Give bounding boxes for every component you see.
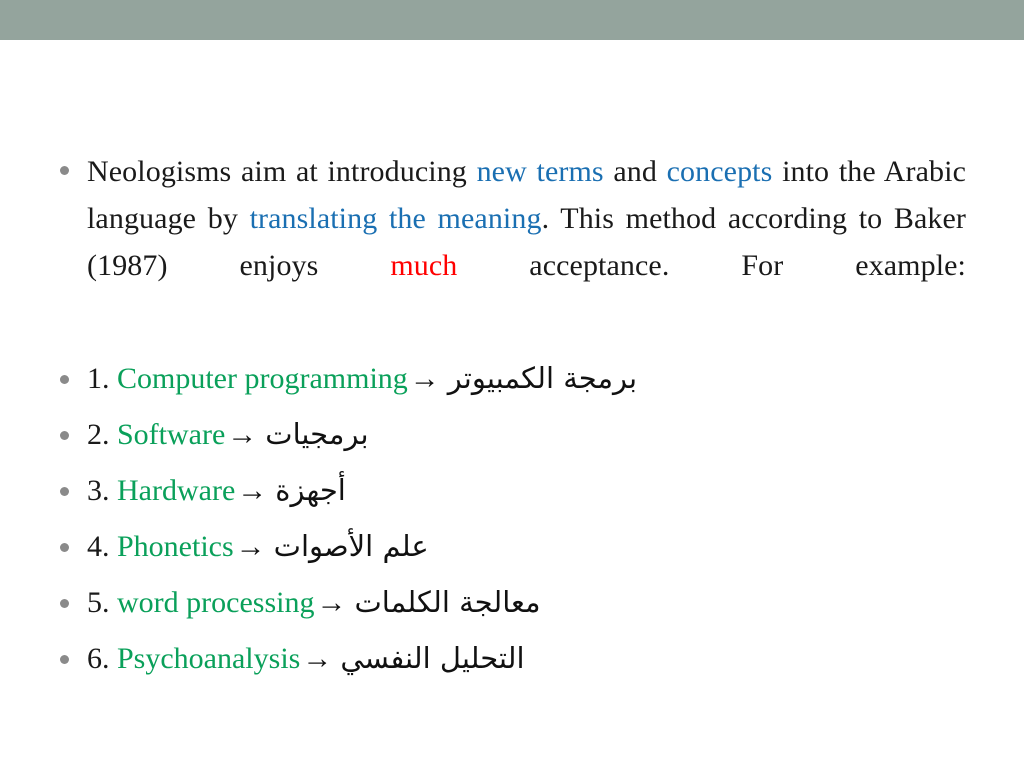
keyword-new-terms: new terms [476,155,604,188]
term-arabic: برمجة الكمبيوتر [447,361,638,395]
keyword-much: much [390,249,458,282]
term-number: 4. [87,530,110,563]
paragraph-segment-2: and [603,155,667,188]
arrow-icon: → [227,418,258,451]
list-item: 6. Psychoanalysis→ التحليل النفسي [60,630,1000,686]
term-arabic: أجهزة [275,473,346,507]
term-line: 5. word processing→ معالجة الكلمات [60,585,541,619]
term-line: 4. Phonetics→ علم الأصوات [60,529,429,563]
list-item: 2. Software→ برمجيات [60,406,1000,462]
term-number: 3. [87,474,110,507]
arrow-icon: → [237,474,268,507]
term-number: 6. [87,642,110,675]
term-english: Software [117,418,226,451]
term-line: 3. Hardware→ أجهزة [60,473,346,507]
intro-paragraph: Neologisms aim at introducing new terms … [60,148,966,336]
term-english: word processing [117,586,315,619]
term-english: Phonetics [117,530,234,563]
list-item: 4. Phonetics→ علم الأصوات [60,518,1000,574]
term-arabic: التحليل النفسي [340,641,525,675]
bullet-icon [60,487,69,496]
term-number: 2. [87,418,110,451]
arrow-icon: → [316,586,347,619]
bullet-icon [60,431,69,440]
intro-paragraph-block: Neologisms aim at introducing new terms … [60,148,966,336]
term-english: Hardware [117,474,236,507]
keyword-concepts: concepts [666,155,773,188]
paragraph-segment-1: Neologisms aim at introducing [87,155,477,188]
term-number: 1. [87,362,110,395]
keyword-translating-the-meaning: translating the meaning [249,202,542,235]
term-english: Computer programming [117,362,408,395]
bullet-icon [60,166,69,175]
bullet-icon [60,599,69,608]
term-line: 6. Psychoanalysis→ التحليل النفسي [60,641,525,675]
term-arabic: معالجة الكلمات [354,585,541,619]
list-item: 1. Computer programming→ برمجة الكمبيوتر [60,350,1000,406]
slide-top-band [0,0,1024,40]
term-line: 1. Computer programming→ برمجة الكمبيوتر [60,361,638,395]
bullet-icon [60,655,69,664]
term-arabic: علم الأصوات [273,529,429,563]
arrow-icon: → [302,642,333,675]
term-arabic: برمجيات [265,417,369,451]
slide-content-area: Neologisms aim at introducing new terms … [0,40,1024,768]
term-translation-list: 1. Computer programming→ برمجة الكمبيوتر … [60,350,1000,686]
arrow-icon: → [235,530,266,563]
bullet-icon [60,375,69,384]
arrow-icon: → [409,362,440,395]
term-line: 2. Software→ برمجيات [60,417,369,451]
list-item: 3. Hardware→ أجهزة [60,462,1000,518]
term-number: 5. [87,586,110,619]
term-english: Psychoanalysis [117,642,301,675]
list-item: 5. word processing→ معالجة الكلمات [60,574,1000,630]
paragraph-segment-5: acceptance. For example: [457,249,966,282]
bullet-icon [60,543,69,552]
